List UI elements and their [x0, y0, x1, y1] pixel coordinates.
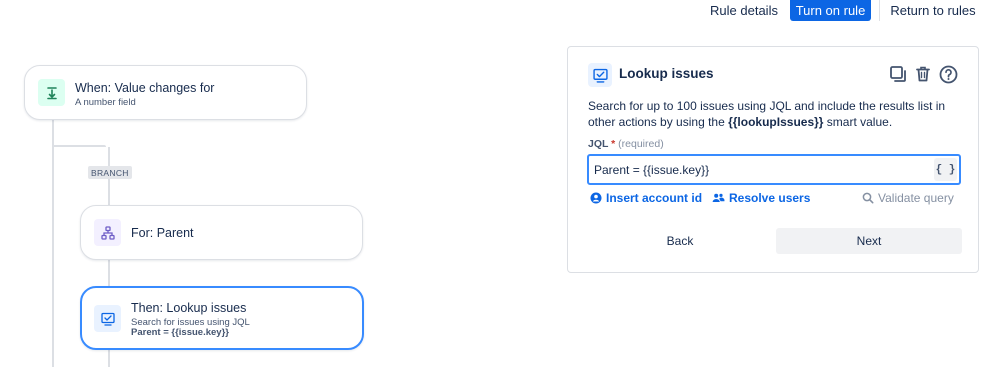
validate-query-link[interactable]: Validate query	[862, 190, 954, 206]
help-icon[interactable]	[937, 63, 959, 85]
action-title: Then: Lookup issues	[131, 301, 247, 315]
resolve-users-label: Resolve users	[729, 191, 811, 205]
copy-icon[interactable]	[887, 63, 909, 85]
user-circle-icon	[590, 192, 602, 204]
lookup-issues-panel: Lookup issues Search for up to 100 issue…	[567, 46, 979, 273]
panel-description: Search for up to 100 issues using JQL an…	[588, 98, 966, 130]
action-node-lookup-issues[interactable]: Then: Lookup issues Search for issues us…	[80, 286, 364, 350]
connector-branch-to-action	[108, 259, 110, 286]
turn-on-rule-label: Turn on rule	[795, 3, 866, 18]
connector-action-below	[108, 350, 110, 367]
insert-account-id-link[interactable]: Insert account id	[590, 190, 702, 206]
required-hint: (required)	[618, 138, 664, 150]
jql-input[interactable]	[594, 161, 924, 178]
field-change-icon	[38, 79, 65, 106]
connector-main-vertical	[52, 119, 54, 367]
branch-badge: BRANCH	[88, 166, 132, 179]
jql-label-text: JQL	[588, 138, 609, 150]
resolve-users-link[interactable]: Resolve users	[712, 190, 810, 206]
jql-label: JQL * (required)	[588, 138, 664, 150]
rule-details-button[interactable]: Rule details	[703, 0, 785, 21]
connector-branch-horizontal	[52, 145, 106, 147]
branch-node-title: For: Parent	[131, 226, 194, 240]
back-button[interactable]: Back	[588, 228, 772, 254]
required-asterisk: *	[611, 138, 616, 150]
topbar-divider	[879, 0, 880, 21]
description-text-end: smart value.	[823, 115, 893, 129]
action-detail: Parent = {{issue.key}}	[131, 327, 229, 338]
trigger-title: When: Value changes for	[75, 81, 215, 95]
validate-query-label: Validate query	[878, 191, 954, 205]
lookup-issues-icon	[94, 305, 121, 332]
rule-details-label: Rule details	[710, 3, 778, 18]
insert-account-id-label: Insert account id	[606, 191, 703, 205]
smart-value-name: {{lookupIssues}}	[728, 115, 824, 129]
users-icon	[712, 193, 725, 202]
branch-node[interactable]: For: Parent	[80, 205, 363, 260]
panel-title: Lookup issues	[619, 66, 714, 81]
lookup-issues-icon	[588, 63, 612, 87]
return-to-rules-button[interactable]: Return to rules	[887, 0, 979, 21]
trigger-subtitle: A number field	[75, 97, 136, 108]
hierarchy-icon	[94, 219, 121, 246]
smart-value-button[interactable]: { }	[934, 158, 957, 181]
delete-icon[interactable]	[912, 63, 934, 85]
next-button[interactable]: Next	[776, 228, 962, 254]
turn-on-rule-button[interactable]: Turn on rule	[790, 0, 871, 21]
jql-field[interactable]: { }	[587, 154, 961, 185]
trigger-node[interactable]: When: Value changes for A number field	[24, 65, 307, 120]
return-to-rules-label: Return to rules	[890, 3, 976, 18]
next-label: Next	[856, 234, 882, 248]
search-icon	[862, 192, 874, 204]
back-label: Back	[666, 234, 694, 248]
